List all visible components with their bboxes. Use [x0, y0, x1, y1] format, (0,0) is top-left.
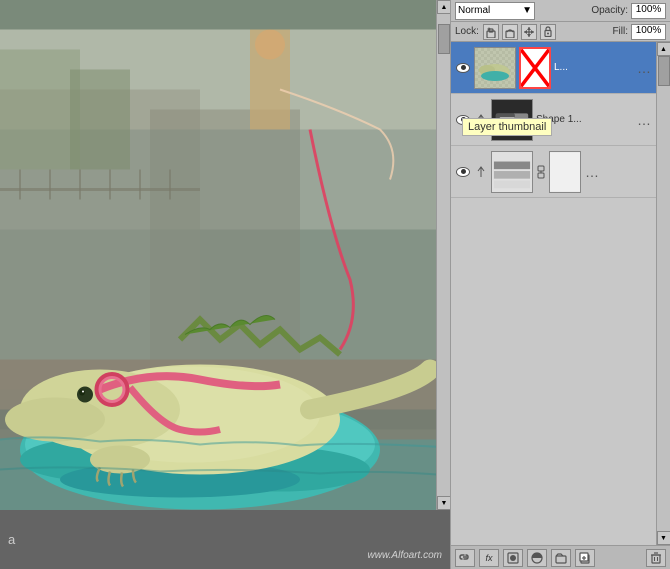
opacity-control: Opacity: 100%: [591, 3, 666, 19]
layer-link-icon: [474, 113, 488, 127]
layer-visibility-toggle[interactable]: [455, 164, 471, 180]
layer-thumb-content: [475, 48, 515, 88]
panel-scroll-track: [657, 56, 670, 531]
new-adjustment-btn[interactable]: [527, 549, 547, 567]
fill-label: Fill:: [612, 26, 628, 37]
eye-icon: [456, 167, 470, 177]
lock-position-btn[interactable]: [521, 24, 537, 40]
layer-thumbnail[interactable]: [474, 47, 516, 89]
lock-fill-toolbar: Lock:: [451, 22, 670, 42]
layer-visibility-toggle[interactable]: [455, 60, 471, 76]
layer-item[interactable]: Shape 1... …: [451, 94, 656, 146]
fill-input[interactable]: 100%: [631, 24, 666, 40]
layer-mask-thumbnail[interactable]: [549, 151, 581, 193]
canvas-scrollbar[interactable]: ▲ ▼: [436, 0, 450, 510]
lock-all-btn[interactable]: [540, 24, 556, 40]
lock-icons-group: [483, 24, 556, 40]
layer-thumbnail[interactable]: [491, 151, 533, 193]
lock-label: Lock:: [455, 26, 479, 37]
layer-thumbnail[interactable]: [491, 99, 533, 141]
panel-scroll-thumb[interactable]: [658, 56, 670, 86]
layer-fx-btn[interactable]: fx: [479, 549, 499, 567]
opacity-label: Opacity:: [591, 5, 628, 16]
layers-panel-scrollbar[interactable]: ▲ ▼: [656, 42, 670, 545]
scroll-up-arrow[interactable]: ▲: [437, 0, 450, 14]
eye-icon: [456, 63, 470, 73]
layer-options-btn[interactable]: …: [636, 60, 652, 76]
layer-name: Shape 1...: [536, 114, 633, 125]
blend-mode-value: Normal: [458, 5, 490, 16]
layer-options-btn[interactable]: …: [636, 112, 652, 128]
eye-pupil: [461, 65, 466, 70]
layer-options-btn[interactable]: …: [584, 164, 600, 180]
new-layer-btn[interactable]: [575, 549, 595, 567]
blend-mode-dropdown[interactable]: Normal ▼: [455, 2, 535, 20]
app-container: a www.Alfoart.com ▲ ▼ Normal ▼ Opacity: …: [0, 0, 670, 569]
layer-link-icon: [474, 165, 488, 179]
lock-image-btn[interactable]: [502, 24, 518, 40]
link-layers-btn[interactable]: [455, 549, 475, 567]
layer-item[interactable]: L... …: [451, 42, 656, 94]
delete-layer-btn[interactable]: [646, 549, 666, 567]
layers-actions-bar: fx: [451, 545, 670, 569]
opacity-input[interactable]: 100%: [631, 3, 666, 19]
eye-icon: [456, 115, 470, 125]
fill-control: Fill: 100%: [612, 24, 666, 40]
layer-mask-thumbnail[interactable]: [519, 47, 551, 89]
lock-transparent-btn[interactable]: [483, 24, 499, 40]
canvas-area: a www.Alfoart.com ▲ ▼: [0, 0, 450, 569]
watermark: www.Alfoart.com: [368, 550, 442, 561]
layer-visibility-toggle[interactable]: [455, 112, 471, 128]
scrollbar-thumb[interactable]: [438, 24, 450, 54]
canvas-label: a: [8, 532, 15, 547]
layer-item[interactable]: …: [451, 146, 656, 198]
layer-chain-icon: [536, 165, 546, 179]
blend-mode-chevron: ▼: [522, 5, 532, 16]
eye-pupil: [461, 169, 466, 174]
panel-scroll-down[interactable]: ▼: [657, 531, 670, 545]
new-group-btn[interactable]: [551, 549, 571, 567]
layers-content: L... …: [451, 42, 670, 545]
scroll-down-arrow[interactable]: ▼: [437, 496, 450, 510]
eye-pupil: [461, 117, 466, 122]
add-mask-btn[interactable]: [503, 549, 523, 567]
layers-list: L... …: [451, 42, 656, 545]
layer-name: L...: [554, 62, 633, 73]
layers-panel: Normal ▼ Opacity: 100% Lock:: [450, 0, 670, 569]
blend-opacity-toolbar: Normal ▼ Opacity: 100%: [451, 0, 670, 22]
panel-scroll-up[interactable]: ▲: [657, 42, 670, 56]
